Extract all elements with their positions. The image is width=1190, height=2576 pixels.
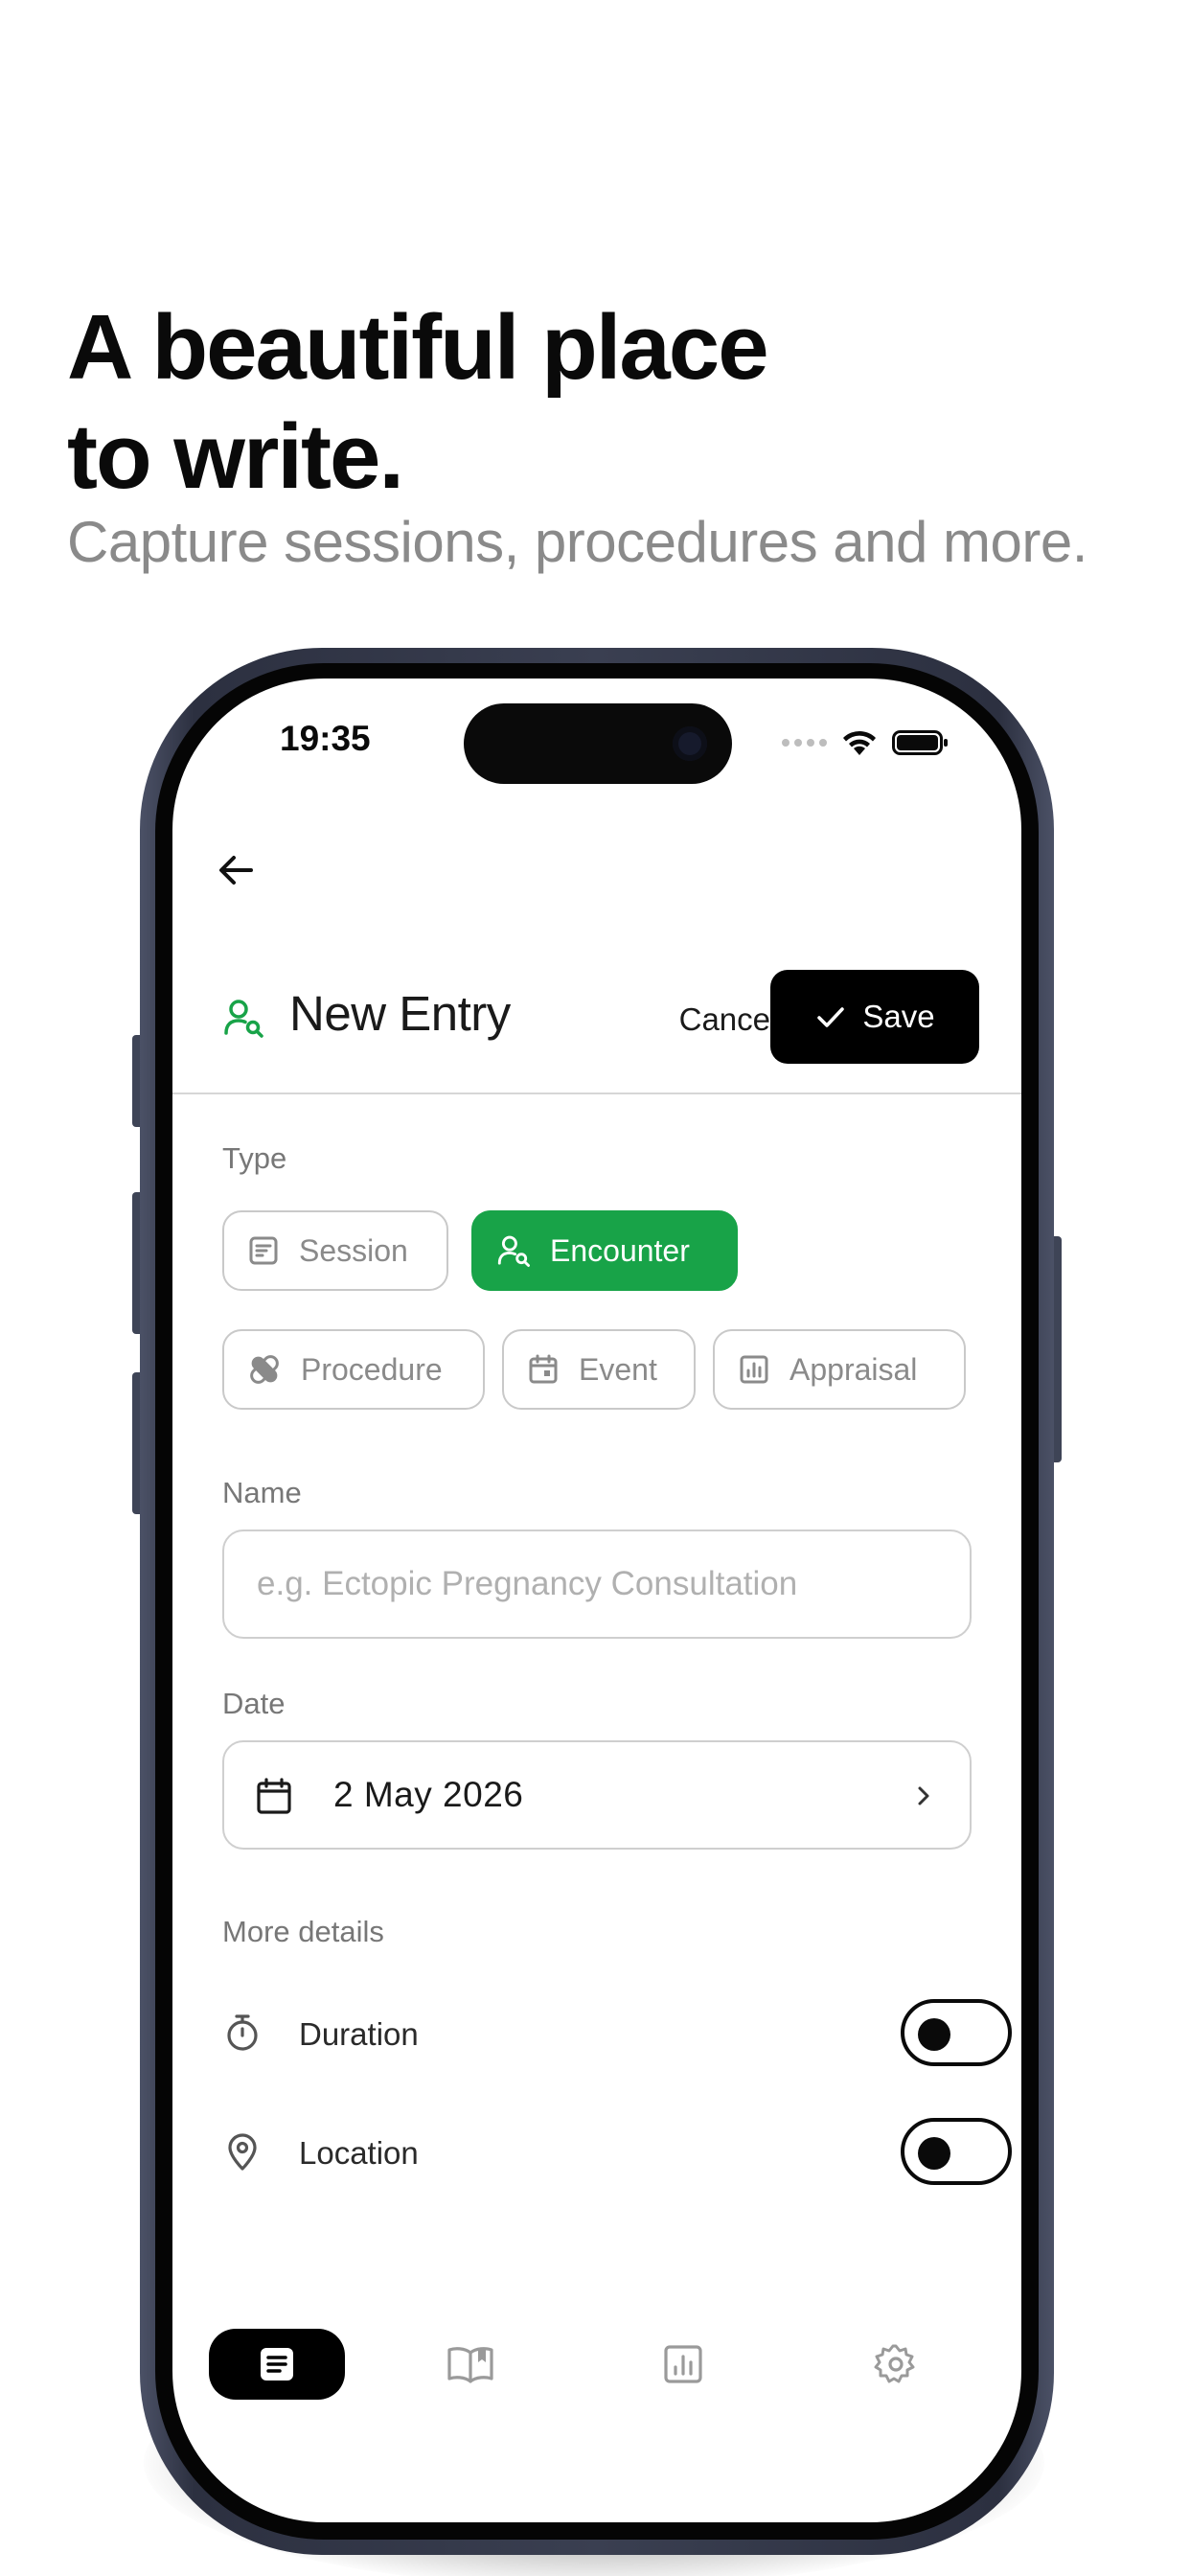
marketing-headline: A beautiful place to write.	[67, 293, 1169, 512]
date-picker[interactable]: 2 May 2026	[222, 1740, 972, 1850]
stopwatch-icon	[227, 2014, 258, 2051]
tab-entries[interactable]	[209, 2329, 345, 2400]
duration-label: Duration	[299, 2016, 419, 2052]
header-divider	[172, 1092, 1021, 1094]
app-screen: 19:35 New Entry Cancel Save Type Session…	[172, 678, 1021, 2522]
type-option-label: Event	[579, 1351, 657, 1387]
book-icon	[447, 2347, 493, 2383]
chart-icon	[740, 1355, 768, 1384]
toggle-knob	[918, 2018, 950, 2051]
headline-line-2: to write.	[67, 405, 404, 508]
status-icons	[782, 728, 950, 757]
type-option-event[interactable]: Event	[502, 1329, 696, 1410]
tab-stats[interactable]	[630, 2329, 736, 2400]
app-store-page: A beautiful place to write. Capture sess…	[0, 0, 1190, 2576]
more-details-label: More details	[222, 1915, 384, 1948]
toggle-knob	[918, 2137, 950, 2170]
name-field	[222, 1530, 972, 1639]
marketing-subheadline: Capture sessions, procedures and more.	[67, 510, 1087, 574]
type-option-appraisal[interactable]: Appraisal	[713, 1329, 966, 1410]
calendar-icon	[529, 1354, 558, 1384]
user-search-icon	[497, 1235, 530, 1267]
arrow-left-icon	[219, 856, 253, 885]
back-button[interactable]	[205, 840, 266, 901]
type-option-label: Procedure	[301, 1351, 443, 1387]
bandage-icon	[250, 1355, 279, 1384]
duration-toggle[interactable]	[901, 1999, 1012, 2066]
location-label: Location	[299, 2135, 419, 2171]
date-value: 2 May 2026	[333, 1775, 524, 1814]
name-label: Name	[222, 1476, 302, 1509]
type-option-label: Appraisal	[790, 1351, 918, 1387]
tab-journal[interactable]	[418, 2329, 523, 2400]
entries-icon	[261, 2348, 293, 2380]
type-option-procedure[interactable]: Procedure	[222, 1329, 485, 1410]
duration-row: Duration	[222, 1995, 1012, 2072]
map-pin-icon	[228, 2133, 257, 2171]
page-title: New Entry	[289, 986, 511, 1041]
type-label: Type	[222, 1141, 287, 1175]
location-row: Location	[222, 2114, 1012, 2191]
stats-icon	[664, 2345, 702, 2383]
calendar-icon	[257, 1778, 291, 1814]
date-label: Date	[222, 1687, 286, 1720]
location-toggle[interactable]	[901, 2118, 1012, 2185]
save-button[interactable]: Save	[770, 970, 979, 1064]
type-option-label: Encounter	[550, 1232, 690, 1268]
camera-lens	[673, 726, 707, 761]
type-option-label: Session	[299, 1232, 408, 1268]
check-icon	[817, 1007, 845, 1027]
notes-icon	[249, 1236, 278, 1265]
type-option-encounter[interactable]: Encounter	[471, 1210, 738, 1291]
settings-icon	[874, 2344, 915, 2383]
tab-settings[interactable]	[843, 2329, 949, 2400]
wifi-icon	[843, 730, 876, 755]
save-button-label: Save	[862, 999, 935, 1034]
name-input[interactable]	[257, 1531, 927, 1637]
headline-line-1: A beautiful place	[67, 296, 769, 399]
user-search-icon	[224, 1000, 263, 1038]
signal-icon	[782, 739, 827, 747]
dynamic-island	[464, 703, 732, 784]
type-option-session[interactable]: Session	[222, 1210, 448, 1291]
chevron-right-icon	[918, 1786, 929, 1806]
status-time: 19:35	[280, 719, 371, 758]
battery-icon	[892, 730, 948, 755]
